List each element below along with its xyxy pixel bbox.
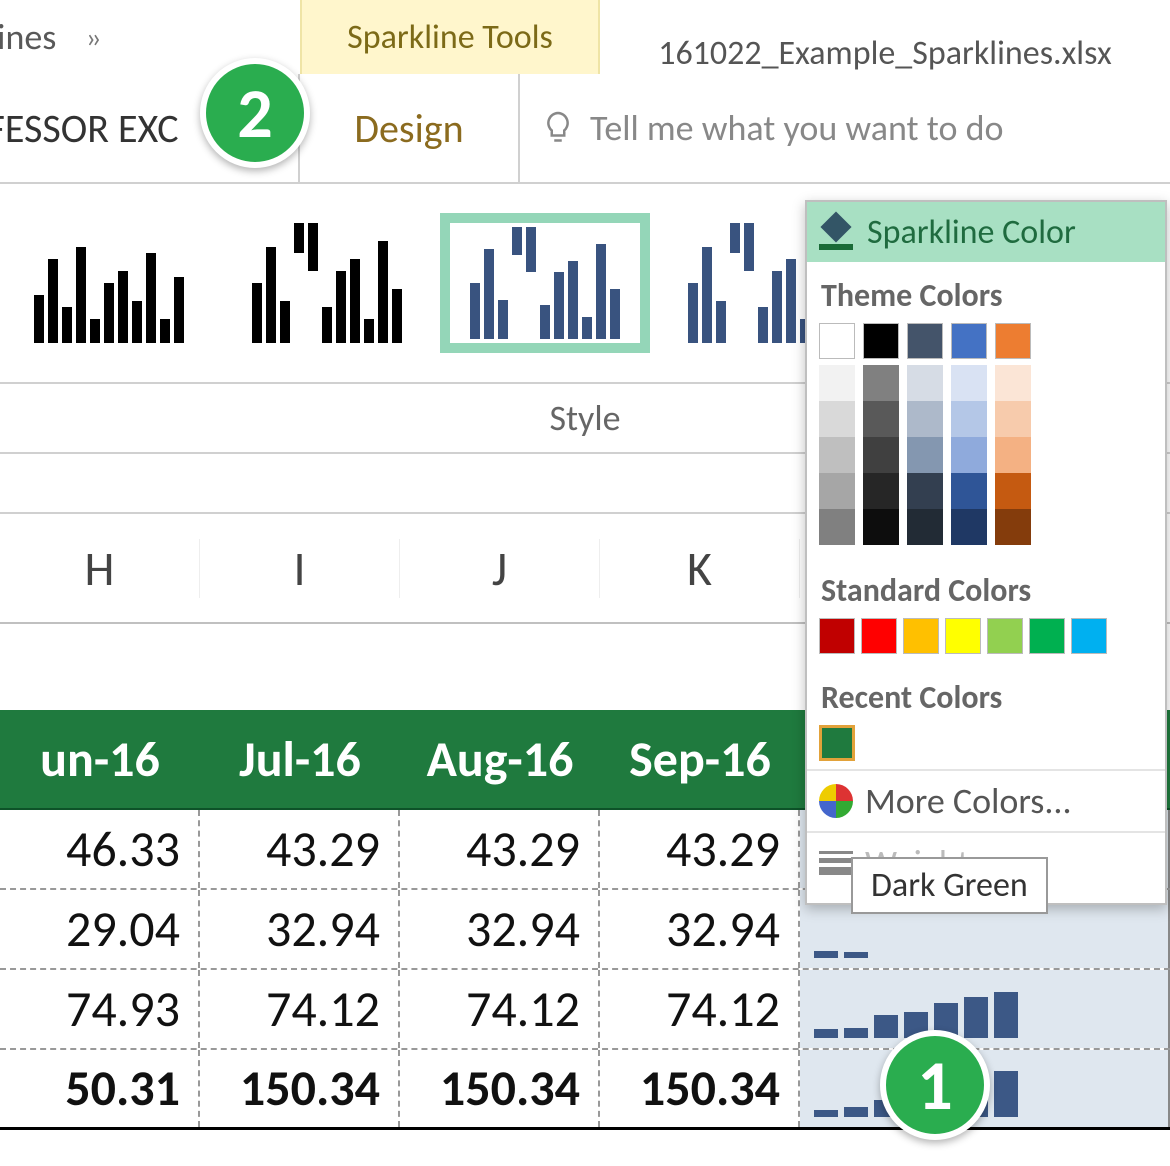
table-row-total: 50.31 150.34 150.34 150.34 <box>0 1050 1170 1130</box>
contextual-tab-title: Sparkline Tools <box>300 0 600 74</box>
ribbon-tab-row: OFESSOR EXC Design Tell me what you want… <box>0 74 1170 184</box>
cell[interactable]: 43.29 <box>200 810 400 888</box>
recent-color-swatch[interactable] <box>819 725 855 761</box>
more-colors-link[interactable]: More Colors... <box>807 769 1165 831</box>
cell[interactable]: 74.12 <box>200 970 400 1048</box>
cell[interactable]: 46.33 <box>0 810 200 888</box>
cell[interactable]: 150.34 <box>600 1050 800 1127</box>
cell[interactable]: 74.12 <box>600 970 800 1048</box>
theme-color-row <box>807 323 1165 359</box>
color-swatch[interactable] <box>1071 618 1107 654</box>
title-bar: dlines ›› Sparkline Tools 161022_Example… <box>0 0 1170 74</box>
color-tooltip: Dark Green <box>851 857 1048 914</box>
recent-colors-row <box>807 725 1165 769</box>
cell[interactable]: 150.34 <box>200 1050 400 1127</box>
color-swatch[interactable] <box>863 323 899 359</box>
standard-colors-row <box>807 618 1165 664</box>
more-colors-label: More Colors... <box>865 779 1072 823</box>
tell-me-box[interactable]: Tell me what you want to do <box>520 106 1170 150</box>
cell[interactable]: 50.31 <box>0 1050 200 1127</box>
standard-colors-heading: Standard Colors <box>807 557 1165 618</box>
style-thumb-selected[interactable] <box>440 213 650 353</box>
color-swatch[interactable] <box>995 323 1031 359</box>
color-swatch[interactable] <box>987 618 1023 654</box>
hdr-sep: Sep-16 <box>600 729 800 790</box>
annotation-badge-1: 1 <box>880 1030 990 1140</box>
color-swatch[interactable] <box>945 618 981 654</box>
sparkline-color-label: Sparkline Color <box>867 212 1076 253</box>
color-swatch[interactable] <box>1029 618 1065 654</box>
color-swatch[interactable] <box>819 618 855 654</box>
col-K[interactable]: K <box>600 539 800 598</box>
color-swatch[interactable] <box>903 618 939 654</box>
overflow-arrows-icon[interactable]: ›› <box>86 20 97 55</box>
lightbulb-icon <box>540 106 576 150</box>
quick-access-text: dlines <box>0 15 56 59</box>
theme-colors-heading: Theme Colors <box>807 262 1165 323</box>
cell[interactable]: 74.12 <box>400 970 600 1048</box>
color-wheel-icon <box>819 784 853 818</box>
window-filename: 161022_Example_Sparklines.xlsx <box>600 33 1170 74</box>
col-H[interactable]: H <box>0 539 200 598</box>
hdr-jun: un-16 <box>0 729 200 790</box>
annotation-badge-2: 2 <box>200 58 310 168</box>
hdr-jul: Jul-16 <box>200 729 400 790</box>
cell[interactable]: 29.04 <box>0 890 200 968</box>
color-swatch[interactable] <box>819 323 855 359</box>
cell[interactable]: 74.93 <box>0 970 200 1048</box>
color-swatch[interactable] <box>951 323 987 359</box>
cell[interactable]: 150.34 <box>400 1050 600 1127</box>
style-thumb-1[interactable] <box>4 213 214 353</box>
col-J[interactable]: J <box>400 539 600 598</box>
color-swatch[interactable] <box>861 618 897 654</box>
cell[interactable]: 32.94 <box>200 890 400 968</box>
theme-shade-grid <box>807 359 1165 557</box>
pen-underline-icon <box>817 214 857 250</box>
cell[interactable]: 43.29 <box>400 810 600 888</box>
cell[interactable]: 32.94 <box>400 890 600 968</box>
hdr-aug: Aug-16 <box>400 729 600 790</box>
cell[interactable]: 43.29 <box>600 810 800 888</box>
cell[interactable]: 32.94 <box>600 890 800 968</box>
color-swatch[interactable] <box>907 323 943 359</box>
sparkline-color-dropdown: Sparkline Color Theme Colors Standard Co… <box>805 200 1167 905</box>
tab-design[interactable]: Design <box>300 74 520 182</box>
style-thumb-2[interactable] <box>222 213 432 353</box>
sparkline-cell[interactable] <box>800 970 1170 1048</box>
line-weight-icon <box>819 851 853 875</box>
sparkline-color-button[interactable]: Sparkline Color <box>807 202 1165 262</box>
col-I[interactable]: I <box>200 539 400 598</box>
recent-colors-heading: Recent Colors <box>807 664 1165 725</box>
tell-me-placeholder: Tell me what you want to do <box>590 106 1003 150</box>
table-row: 74.93 74.12 74.12 74.12 <box>0 970 1170 1050</box>
